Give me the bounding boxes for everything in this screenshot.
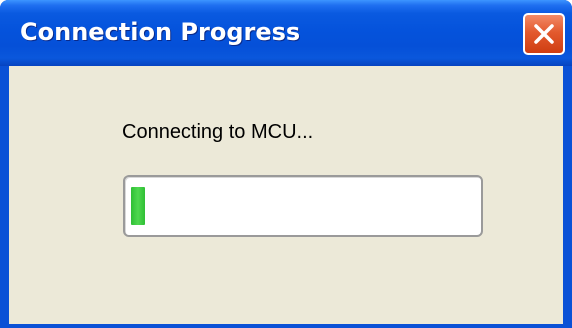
dialog-client-area: Connecting to MCU... (9, 66, 563, 324)
title-bar[interactable]: Connection Progress (0, 0, 572, 66)
window-title: Connection Progress (20, 18, 301, 46)
progress-bar-fill (131, 187, 145, 225)
close-button[interactable] (523, 13, 565, 55)
close-icon (534, 24, 554, 44)
status-message: Connecting to MCU... (122, 121, 314, 143)
progress-bar (123, 175, 483, 237)
connection-progress-window: Connection Progress Connecting to MCU... (0, 0, 572, 328)
